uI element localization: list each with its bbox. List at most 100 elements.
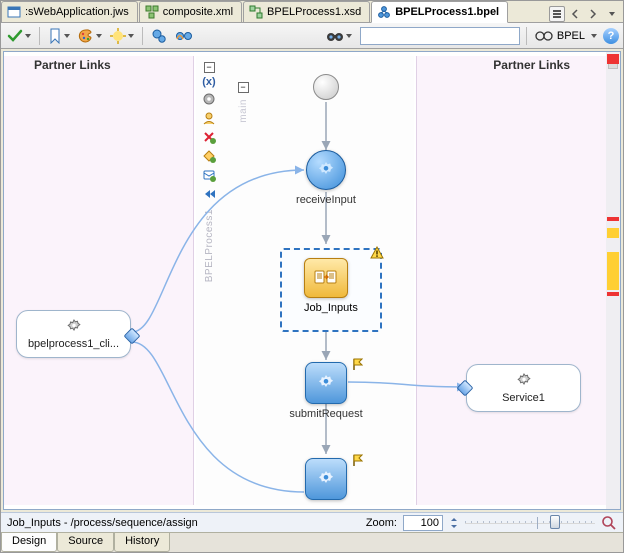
chevron-down-icon: [346, 34, 352, 38]
submit-request-node[interactable]: [305, 362, 347, 404]
file-tab-bpel[interactable]: BPELProcess1.bpel: [371, 1, 508, 23]
separator: [142, 27, 143, 45]
file-tab-xsd[interactable]: BPELProcess1.xsd: [243, 1, 370, 22]
assign-job-inputs-node[interactable]: Job_Inputs: [280, 248, 382, 332]
gear-icon: [515, 372, 533, 390]
validate-button[interactable]: [5, 26, 33, 46]
gear-icon: [315, 468, 337, 490]
warning-marker[interactable]: [607, 252, 619, 290]
editor-mode-tabs: Design Source History: [1, 532, 623, 552]
gear-icon: [315, 372, 337, 394]
tab-list-button[interactable]: [549, 6, 565, 22]
chevron-down-icon: [96, 34, 102, 38]
error-marker[interactable]: [607, 292, 619, 296]
binoculars-icon: [326, 28, 344, 44]
collapse-process-button[interactable]: −: [204, 62, 215, 73]
warning-marker[interactable]: [607, 228, 619, 238]
breakpoint-flag-icon[interactable]: [351, 454, 363, 466]
monitor-button[interactable]: [173, 26, 195, 46]
palette-event[interactable]: [201, 167, 217, 183]
bookmark-button[interactable]: [46, 26, 72, 46]
tab-prev-button[interactable]: [567, 6, 583, 22]
tab-nav: [545, 6, 623, 22]
app-icon: [7, 5, 21, 19]
help-button[interactable]: ?: [603, 28, 619, 44]
chevron-down-icon: [64, 34, 70, 38]
composite-icon: [145, 5, 159, 19]
slider-knob[interactable]: [550, 515, 560, 529]
partner-links-left-header: Partner Links: [34, 58, 111, 72]
chevron-down-icon: [128, 34, 134, 38]
tab-design[interactable]: Design: [1, 533, 57, 552]
file-tab-webapp[interactable]: :sWebApplication.jws: [1, 1, 138, 22]
assign-icon-box: [304, 258, 348, 298]
language-label: BPEL: [557, 30, 585, 42]
partner-links-right-region: [416, 56, 606, 505]
partner-link-label: bpelprocess1_cli...: [28, 338, 119, 350]
start-node[interactable]: [313, 74, 339, 100]
palette-button[interactable]: [76, 26, 104, 46]
tab-label: BPELProcess1.bpel: [395, 6, 499, 18]
zoom-input[interactable]: [403, 515, 443, 531]
palette-rewind[interactable]: [201, 186, 217, 202]
partner-links-right-header: Partner Links: [493, 58, 570, 72]
language-combo[interactable]: BPEL: [533, 29, 599, 43]
process-palette: − (x) BPELProcess1: [199, 62, 219, 282]
palette-settings[interactable]: [201, 91, 217, 107]
status-bar: Job_Inputs - /process/sequence/assign Zo…: [1, 512, 623, 532]
file-tab-composite[interactable]: composite.xml: [139, 1, 242, 22]
editor-toolbar: BPEL ?: [1, 23, 623, 49]
tab-history[interactable]: History: [114, 533, 170, 552]
find-button[interactable]: [324, 26, 354, 46]
highlight-button[interactable]: [108, 26, 136, 46]
tab-source[interactable]: Source: [57, 533, 114, 552]
next-activity-node[interactable]: [305, 458, 347, 500]
slider-track: [465, 521, 595, 524]
palette-compensate[interactable]: [201, 148, 217, 164]
partner-link-service1[interactable]: Service1: [466, 364, 581, 412]
file-tab-strip: :sWebApplication.jws composite.xml BPELP…: [1, 1, 623, 23]
bookmark-icon: [48, 28, 62, 44]
scope-palette: − main: [234, 82, 252, 123]
receive-input-node[interactable]: [306, 150, 346, 190]
gear-icon: [65, 318, 83, 336]
bpel-icon: [377, 5, 391, 19]
highlight-icon: [110, 28, 126, 44]
partner-links-left-region: [4, 56, 194, 505]
separator: [526, 27, 527, 45]
tab-next-button[interactable]: [585, 6, 601, 22]
collapse-scope-button[interactable]: −: [238, 82, 249, 93]
zoom-spinner[interactable]: [449, 515, 459, 531]
palette-catch[interactable]: [201, 129, 217, 145]
tab-dropdown-button[interactable]: [603, 6, 619, 22]
error-marker[interactable]: [607, 54, 619, 64]
error-marker[interactable]: [607, 217, 619, 221]
palette-icon: [78, 28, 94, 44]
process-name-label: BPELProcess1: [204, 209, 215, 282]
scope-label: main: [238, 99, 249, 123]
tab-label: composite.xml: [163, 6, 233, 18]
submit-request-label: submitRequest: [266, 408, 386, 420]
zoom-fit-button[interactable]: [601, 515, 617, 531]
assign-icon: [313, 267, 339, 289]
breadcrumb: Job_Inputs - /process/sequence/assign: [7, 517, 198, 529]
search-input[interactable]: [360, 27, 520, 45]
overview-ruler[interactable]: [606, 52, 620, 509]
zoom-slider[interactable]: [465, 516, 595, 530]
chevron-down-icon: [591, 34, 597, 38]
xsd-icon: [249, 5, 263, 19]
test-button[interactable]: [149, 26, 169, 46]
canvas-wrap: Partner Links Partner Links − (x) BPELPr…: [3, 51, 621, 510]
palette-partner[interactable]: [201, 110, 217, 126]
separator: [39, 27, 40, 45]
glasses-icon: [535, 29, 553, 43]
breakpoint-flag-icon[interactable]: [351, 358, 363, 370]
zoom-controls: Zoom:: [366, 515, 617, 531]
gear-icon: [315, 159, 337, 181]
zoom-label: Zoom:: [366, 517, 397, 529]
check-icon: [7, 28, 23, 44]
partner-link-client[interactable]: bpelprocess1_cli...: [16, 310, 131, 358]
warning-icon: [370, 246, 384, 260]
design-canvas[interactable]: Partner Links Partner Links − (x) BPELPr…: [4, 52, 620, 509]
receive-input-label: receiveInput: [266, 194, 386, 206]
